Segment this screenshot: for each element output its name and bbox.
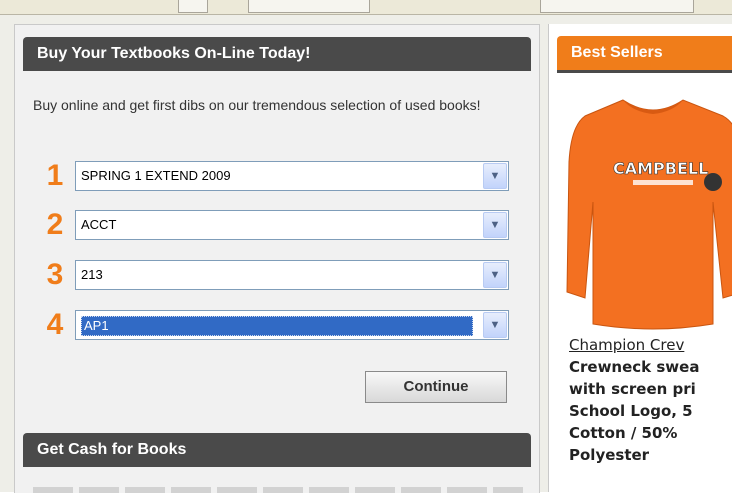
toolbar-button[interactable] [178,0,208,13]
step-number: 3 [46,258,64,291]
continue-button[interactable]: Continue [365,371,507,403]
buy-textbooks-panel: Buy Your Textbooks On-Line Today! Buy on… [14,24,540,493]
product-desc-line: Polyester [569,446,650,464]
product-desc-line: Cotton / 50% [569,424,678,442]
step-section-row: 4 AP1 ▼ [41,308,509,342]
product-desc-line: with screen pri [569,380,696,398]
chevron-down-icon[interactable]: ▼ [483,212,507,238]
section-select[interactable]: AP1 ▼ [75,310,509,340]
cash-panel-text-cutoff [33,487,523,493]
buy-panel-title: Buy Your Textbooks On-Line Today! [23,37,531,71]
course-select[interactable]: 213 ▼ [75,260,509,290]
header-divider [557,70,732,73]
shirt-logo-text: CAMPBELL [613,159,708,178]
product-desc-line: Crewneck swea [569,358,700,376]
step-department-row: 2 ACCT ▼ [41,208,509,242]
step-number: 1 [46,159,64,192]
product-image[interactable]: CAMPBELL [563,92,732,332]
toolbar-search-field[interactable] [540,0,694,13]
chevron-down-icon[interactable]: ▼ [483,163,507,189]
chevron-down-icon[interactable]: ▼ [483,312,507,338]
term-select-value: SPRING 1 EXTEND 2009 [81,168,231,183]
buy-panel-intro: Buy online and get first dibs on our tre… [33,97,481,113]
step-course-row: 3 213 ▼ [41,258,509,292]
product-info: Champion Crev Crewneck swea with screen … [569,334,732,466]
step-term-row: 1 SPRING 1 EXTEND 2009 ▼ [41,159,509,193]
department-select[interactable]: ACCT ▼ [75,210,509,240]
section-select-value: AP1 [81,316,473,336]
step-number: 4 [46,308,64,341]
browser-toolbar-remnant [0,0,732,15]
department-select-value: ACCT [81,217,117,232]
cash-panel-title: Get Cash for Books [23,433,531,467]
best-sellers-panel: Best Sellers CAMPBELL Champion Crev Crew… [548,24,732,492]
term-select[interactable]: SPRING 1 EXTEND 2009 ▼ [75,161,509,191]
best-sellers-title: Best Sellers [557,36,732,70]
product-name-link[interactable]: Champion Crev [569,334,732,356]
course-select-value: 213 [81,267,103,282]
product-desc-line: School Logo, 5 [569,402,693,420]
toolbar-field[interactable] [248,0,370,13]
chevron-down-icon[interactable]: ▼ [483,262,507,288]
step-number: 2 [46,208,64,241]
